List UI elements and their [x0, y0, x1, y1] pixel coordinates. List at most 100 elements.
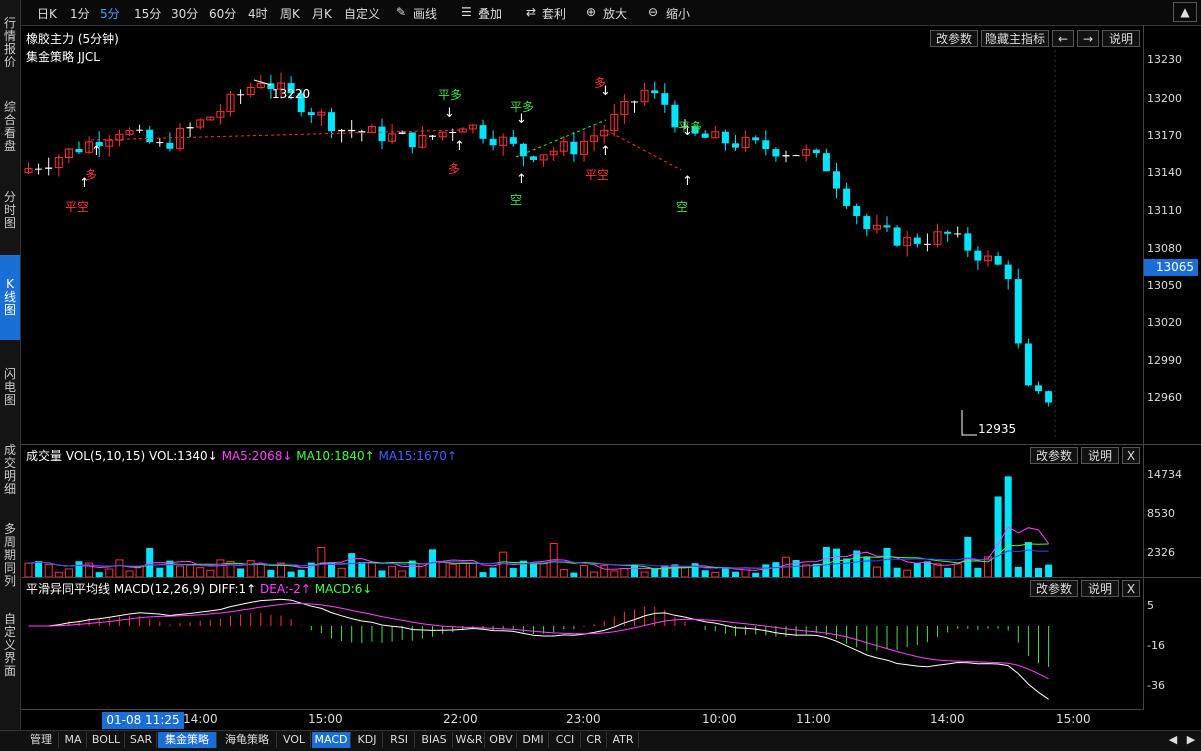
draw-line-button[interactable]: 画线 [413, 5, 437, 22]
dea-line [28, 603, 1049, 680]
period-week[interactable]: 周K [280, 5, 300, 22]
candle-body [1014, 279, 1022, 344]
macd-chart [28, 598, 1050, 700]
candle-body [661, 93, 669, 105]
period-month[interactable]: 月K [312, 5, 332, 22]
tab-obv[interactable]: OBV [486, 732, 517, 748]
tab-rsi[interactable]: RSI [384, 732, 415, 748]
volume-bar [913, 562, 921, 577]
sidebar-item-flash[interactable]: 闪电图 [0, 355, 20, 420]
sidebar-item-quotes[interactable]: 行情报价 [0, 5, 20, 80]
period-day[interactable]: 日K [37, 5, 57, 22]
signal-label: 平空 [585, 168, 610, 182]
sidebar-item-custom[interactable]: 自定义界面 [0, 605, 20, 685]
candle-body [530, 156, 537, 160]
arbitrage-icon[interactable]: ⇄ [526, 5, 536, 19]
volume-bar [216, 559, 225, 578]
volume-bar [964, 536, 972, 577]
sidebar-item-multi-period[interactable]: 多周期同列 [0, 515, 20, 595]
signal-arrow: ↑ [454, 139, 465, 154]
period-5m[interactable]: 5分 [100, 5, 120, 22]
signals-group: ↑↑↓↑↓↑↓↑↓↑ [79, 79, 977, 436]
sidebar-item-timeshare[interactable]: 分时图 [0, 180, 20, 240]
signal-arrow: ↑ [516, 172, 527, 187]
arbitrage-button[interactable]: 套利 [542, 5, 566, 22]
tab-bias[interactable]: BIAS [416, 732, 453, 748]
volume-y-tick: 2326 [1147, 546, 1175, 559]
candle-body [782, 155, 790, 157]
stack-icon[interactable]: ☰ [461, 5, 472, 19]
signal-arrow: ↑ [91, 144, 102, 159]
candle-body [923, 243, 931, 245]
zoom-in-button[interactable]: 放大 [603, 5, 627, 22]
candlestick-chart[interactable]: ↑↑↓↑↓↑↓↑↓↑ [21, 45, 1143, 445]
x-tick: 15:00 [1056, 712, 1091, 726]
tab-atr[interactable]: ATR [608, 732, 639, 748]
macd-help-button[interactable]: 说明 [1081, 580, 1119, 597]
candle-body [166, 142, 174, 149]
overlay-button[interactable]: 叠加 [478, 5, 502, 22]
macd-y-tick: 5 [1147, 599, 1154, 612]
low-price-label: 12935 [978, 422, 1017, 436]
candle-body [449, 132, 457, 134]
volume-bar [489, 567, 497, 577]
candle-body [883, 225, 891, 228]
candle-body [964, 233, 972, 251]
sidebar-item-trades[interactable]: 成交明细 [0, 435, 20, 505]
tab-ma[interactable]: MA [60, 732, 87, 748]
sidebar-item-kline[interactable]: K线图 [0, 255, 20, 340]
volume-bar [237, 568, 245, 577]
zoom-out-icon[interactable]: ⊖ [648, 5, 658, 19]
scroll-left-icon[interactable]: ◀ [1165, 732, 1181, 748]
candle-body [408, 132, 416, 148]
signal-label: 平多 [510, 100, 535, 114]
scroll-right-icon[interactable]: ▶ [1183, 732, 1199, 748]
volume-bar [863, 556, 871, 577]
volume-bar [348, 553, 356, 577]
x-axis [21, 709, 1143, 710]
macd-diff: DIFF:1↑ [208, 582, 257, 596]
volume-bar [651, 568, 659, 577]
period-1m[interactable]: 1分 [70, 5, 90, 22]
signal-arrow: ↓ [444, 106, 455, 121]
candle-body [1024, 343, 1032, 386]
collapse-up-icon[interactable]: ▲ [1173, 2, 1197, 22]
candle-body [570, 141, 578, 155]
volume-bar [843, 558, 851, 577]
candle-body [631, 101, 638, 103]
tab-turtle[interactable]: 海龟策略 [218, 732, 277, 748]
y-tick: 13200 [1147, 92, 1182, 105]
pencil-icon[interactable]: ✎ [396, 5, 406, 19]
tab-dmi[interactable]: DMI [518, 732, 549, 748]
tab-macd[interactable]: MACD [312, 732, 351, 748]
tab-manage[interactable]: 管理 [24, 732, 59, 748]
tab-vol[interactable]: VOL [278, 732, 311, 748]
zoom-out-button[interactable]: 缩小 [666, 5, 690, 22]
period-15m[interactable]: 15分 [134, 5, 161, 22]
period-30m[interactable]: 30分 [171, 5, 198, 22]
volume-bar [75, 561, 83, 577]
tab-jjcl[interactable]: 集金策略 [158, 732, 217, 748]
zoom-in-icon[interactable]: ⊕ [586, 5, 596, 19]
candle-body [944, 231, 952, 234]
tab-sar[interactable]: SAR [126, 732, 157, 748]
macd-params-button[interactable]: 改参数 [1030, 580, 1078, 597]
candle-body [1004, 264, 1012, 280]
candle-body [348, 129, 356, 132]
period-custom[interactable]: 自定义 [344, 5, 380, 22]
tab-cr[interactable]: CR [582, 732, 607, 748]
candle-body [812, 149, 820, 154]
tab-cci[interactable]: CCI [550, 732, 581, 748]
volume-bar [196, 567, 205, 578]
tab-wr[interactable]: W&R [454, 732, 485, 748]
macd-close-button[interactable]: X [1122, 580, 1140, 597]
tab-kdj[interactable]: KDJ [352, 732, 383, 748]
period-60m[interactable]: 60分 [209, 5, 236, 22]
candle-body [307, 112, 315, 116]
sidebar-item-overview[interactable]: 综合看盘 [0, 92, 20, 162]
period-4h[interactable]: 4时 [248, 5, 268, 22]
tab-boll[interactable]: BOLL [88, 732, 125, 748]
volume-bar [438, 561, 447, 578]
x-tick: 23:00 [566, 712, 601, 726]
volume-bar [833, 548, 840, 577]
